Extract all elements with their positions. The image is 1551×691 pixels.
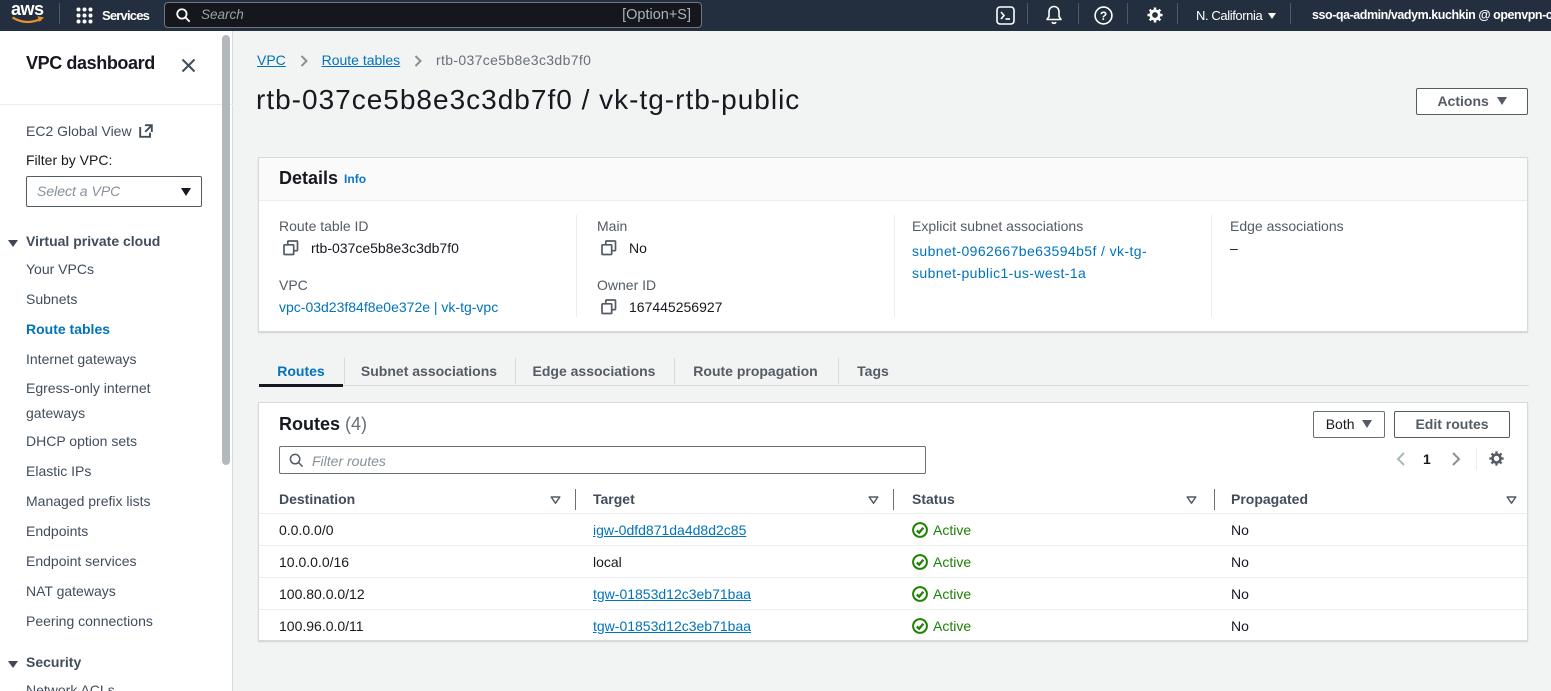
svg-text:?: ? xyxy=(1100,9,1107,23)
